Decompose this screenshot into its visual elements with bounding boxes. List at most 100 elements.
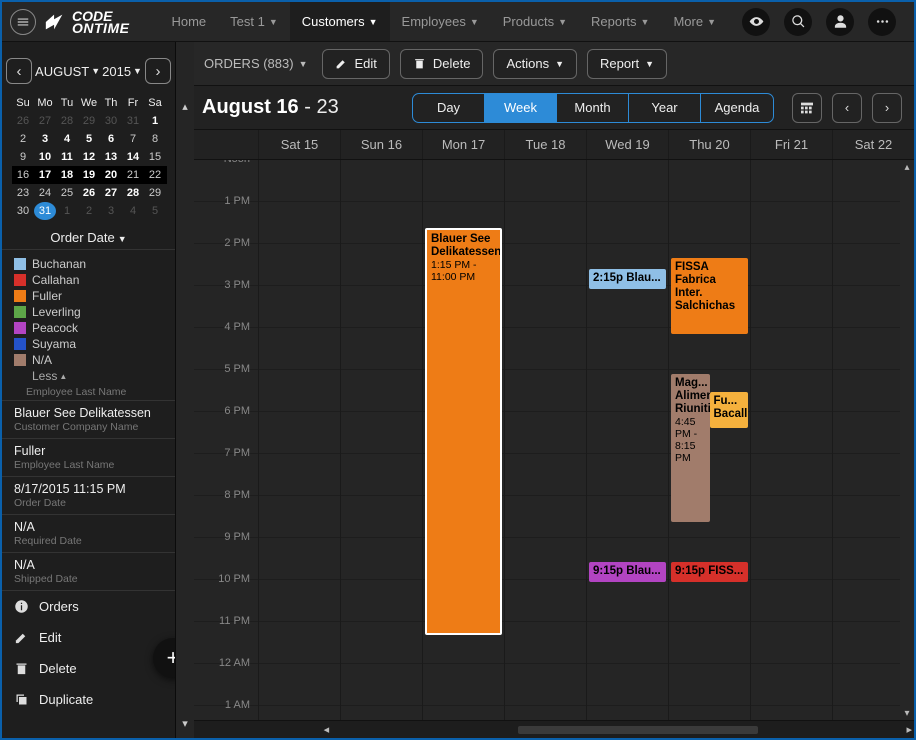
mini-cal-day[interactable]: 24 bbox=[34, 184, 56, 202]
mini-cal-day[interactable]: 28 bbox=[56, 112, 78, 130]
mini-cal-prev-button[interactable]: ‹ bbox=[6, 58, 32, 84]
gutter-down-icon[interactable]: ▾ bbox=[182, 713, 188, 738]
nav-test-1[interactable]: Test 1▼ bbox=[218, 2, 290, 41]
calendar-event[interactable]: Mag... Alimen Riuniti4:45 PM - 8:15 PM bbox=[671, 374, 710, 522]
mini-cal-day[interactable]: 26 bbox=[78, 184, 100, 202]
mini-cal-title[interactable]: AUGUST▼2015▼ bbox=[32, 64, 145, 79]
mini-cal-day[interactable]: 10 bbox=[34, 148, 56, 166]
sidebar-edit-link[interactable]: Edit bbox=[2, 622, 175, 653]
mini-cal-day[interactable]: 22 bbox=[144, 166, 166, 184]
mini-cal-day[interactable]: 30 bbox=[12, 202, 34, 220]
day-column[interactable]: FISSA Fabrica Inter. Salchichas Mag... Al… bbox=[668, 160, 750, 720]
calendar-event[interactable]: FISSA Fabrica Inter. Salchichas bbox=[671, 258, 748, 334]
nav-more[interactable]: More▼ bbox=[661, 2, 728, 41]
hscroll-right-icon[interactable]: ▸ bbox=[906, 723, 912, 736]
legend-item[interactable]: Fuller bbox=[14, 288, 165, 304]
mini-cal-day[interactable]: 13 bbox=[100, 148, 122, 166]
mini-cal-day[interactable]: 30 bbox=[100, 112, 122, 130]
sidebar-orders-link[interactable]: Orders bbox=[2, 591, 175, 622]
mini-cal-day[interactable]: 6 bbox=[100, 130, 122, 148]
mini-cal-day[interactable]: 8 bbox=[144, 130, 166, 148]
day-column[interactable] bbox=[750, 160, 832, 720]
legend-item[interactable]: Buchanan bbox=[14, 256, 165, 272]
mini-cal-day[interactable]: 21 bbox=[122, 166, 144, 184]
legend-item[interactable]: N/A bbox=[14, 352, 165, 368]
calendar-event[interactable]: 9:15p Blau... bbox=[589, 562, 666, 582]
mini-cal-next-button[interactable]: › bbox=[145, 58, 171, 84]
mini-cal-day[interactable]: 25 bbox=[56, 184, 78, 202]
mini-cal-day[interactable]: 11 bbox=[56, 148, 78, 166]
nav-home[interactable]: Home bbox=[159, 2, 218, 41]
day-column[interactable] bbox=[258, 160, 340, 720]
mini-cal-day[interactable]: 27 bbox=[100, 184, 122, 202]
day-column[interactable]: Blauer See Delikatessen1:15 PM - 11:00 P… bbox=[422, 160, 504, 720]
mini-cal-day[interactable]: 20 bbox=[100, 166, 122, 184]
scroll-up-icon[interactable]: ▴ bbox=[900, 160, 914, 174]
orders-breadcrumb[interactable]: ORDERS (883)▼ bbox=[204, 56, 308, 71]
day-column[interactable]: 2:15p Blau... 9:15p Blau... bbox=[586, 160, 668, 720]
mini-cal-day[interactable]: 9 bbox=[12, 148, 34, 166]
calendar-event[interactable]: Fu... Bacall bbox=[710, 392, 749, 428]
mini-cal-day[interactable]: 3 bbox=[100, 202, 122, 220]
mini-cal-day[interactable]: 15 bbox=[144, 148, 166, 166]
mini-cal-day[interactable]: 31 bbox=[34, 202, 56, 220]
legend-item[interactable]: Peacock bbox=[14, 320, 165, 336]
mini-cal-day[interactable]: 18 bbox=[56, 166, 78, 184]
mini-cal-day[interactable]: 29 bbox=[78, 112, 100, 130]
mini-cal-day[interactable]: 27 bbox=[34, 112, 56, 130]
mini-cal-day[interactable]: 28 bbox=[122, 184, 144, 202]
legend-item[interactable]: Suyama bbox=[14, 336, 165, 352]
mini-cal-day[interactable]: 2 bbox=[12, 130, 34, 148]
mini-cal-day[interactable]: 3 bbox=[34, 130, 56, 148]
delete-button[interactable]: Delete bbox=[400, 49, 484, 79]
mini-cal-day[interactable]: 5 bbox=[144, 202, 166, 220]
mini-cal-day[interactable]: 16 bbox=[12, 166, 34, 184]
mini-cal-day[interactable]: 19 bbox=[78, 166, 100, 184]
more-icon[interactable] bbox=[868, 8, 896, 36]
day-column[interactable] bbox=[340, 160, 422, 720]
mini-cal-day[interactable]: 5 bbox=[78, 130, 100, 148]
hscroll-track[interactable] bbox=[518, 726, 758, 734]
mini-cal-day[interactable]: 26 bbox=[12, 112, 34, 130]
preview-icon[interactable] bbox=[742, 8, 770, 36]
user-icon[interactable] bbox=[826, 8, 854, 36]
sidebar-delete-link[interactable]: Delete bbox=[2, 653, 175, 684]
calendar-event[interactable]: 9:15p FISS... bbox=[671, 562, 748, 582]
mini-cal-day[interactable]: 1 bbox=[56, 202, 78, 220]
legend-item[interactable]: Callahan bbox=[14, 272, 165, 288]
mini-cal-day[interactable]: 31 bbox=[122, 112, 144, 130]
calendar-event[interactable]: 2:15p Blau... bbox=[589, 269, 666, 289]
horizontal-scrollbar[interactable]: ◂ ▸ bbox=[194, 720, 914, 738]
nav-customers[interactable]: Customers▼ bbox=[290, 2, 390, 41]
calendar-event[interactable]: Blauer See Delikatessen1:15 PM - 11:00 P… bbox=[425, 228, 502, 635]
menu-icon[interactable] bbox=[10, 9, 36, 35]
nav-employees[interactable]: Employees▼ bbox=[390, 2, 491, 41]
search-icon[interactable] bbox=[784, 8, 812, 36]
view-tab-agenda[interactable]: Agenda bbox=[701, 94, 773, 122]
edit-button[interactable]: Edit bbox=[322, 49, 390, 79]
mini-cal-day[interactable]: 4 bbox=[122, 202, 144, 220]
vertical-scrollbar[interactable]: ▴ ▾ bbox=[900, 160, 914, 720]
mini-cal-day[interactable]: 23 bbox=[12, 184, 34, 202]
calendar-grid-icon[interactable] bbox=[792, 93, 822, 123]
actions-button[interactable]: Actions▼ bbox=[493, 49, 577, 79]
mini-cal-day[interactable]: 7 bbox=[122, 130, 144, 148]
sidebar-duplicate-link[interactable]: Duplicate bbox=[2, 684, 175, 715]
hscroll-left-icon[interactable]: ◂ bbox=[324, 723, 330, 736]
nav-products[interactable]: Products▼ bbox=[491, 2, 579, 41]
mini-cal-day[interactable]: 4 bbox=[56, 130, 78, 148]
nav-prev-button[interactable]: ‹ bbox=[832, 93, 862, 123]
nav-reports[interactable]: Reports▼ bbox=[579, 2, 661, 41]
legend-item[interactable]: Leverling bbox=[14, 304, 165, 320]
scroll-down-icon[interactable]: ▾ bbox=[900, 706, 914, 720]
mini-cal-day[interactable]: 29 bbox=[144, 184, 166, 202]
view-tab-year[interactable]: Year bbox=[629, 94, 701, 122]
nav-next-button[interactable]: › bbox=[872, 93, 902, 123]
mini-cal-day[interactable]: 1 bbox=[144, 112, 166, 130]
mini-cal-day[interactable]: 17 bbox=[34, 166, 56, 184]
mini-cal-day[interactable]: 14 bbox=[122, 148, 144, 166]
day-column[interactable] bbox=[504, 160, 586, 720]
view-tab-day[interactable]: Day bbox=[413, 94, 485, 122]
report-button[interactable]: Report▼ bbox=[587, 49, 667, 79]
mini-cal-day[interactable]: 2 bbox=[78, 202, 100, 220]
